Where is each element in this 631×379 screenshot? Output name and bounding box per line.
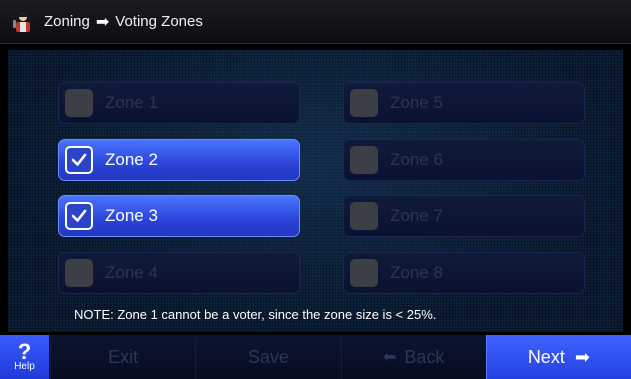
- help-label: Help: [14, 361, 35, 372]
- zone-1-label: Zone 1: [105, 93, 158, 112]
- breadcrumb-zoning: Zoning: [44, 13, 90, 30]
- title-bar: Zoning ➡ Voting Zones: [0, 0, 631, 44]
- footer-toolbar: ? Help Exit Save ⬅ Back Next ➡: [0, 335, 631, 379]
- checkbox-empty-icon: [350, 89, 378, 117]
- next-label: Next: [527, 346, 565, 367]
- arrow-left-icon: ⬅: [382, 349, 397, 366]
- checkbox-empty-icon: [350, 202, 378, 230]
- zone-1-toggle[interactable]: Zone 1: [58, 82, 300, 124]
- zone-6-toggle[interactable]: Zone 6: [343, 139, 585, 181]
- zone-8-toggle[interactable]: Zone 8: [343, 252, 585, 294]
- checkbox-checked-icon: [65, 146, 93, 174]
- zone-size-note: NOTE: Zone 1 cannot be a voter, since th…: [74, 307, 437, 322]
- breadcrumb: Zoning ➡ Voting Zones: [44, 12, 203, 32]
- zone-4-toggle[interactable]: Zone 4: [58, 252, 300, 294]
- exit-button[interactable]: Exit: [50, 335, 196, 379]
- zone-selection-panel: Zone 1 Zone 2 Zone 3 Zone 4 Zone 5 Zone …: [8, 50, 623, 332]
- technician-icon: [13, 12, 30, 32]
- checkbox-empty-icon: [350, 146, 378, 174]
- zone-6-label: Zone 6: [390, 150, 443, 169]
- checkbox-empty-icon: [65, 259, 93, 287]
- zone-4-label: Zone 4: [105, 263, 158, 282]
- help-button[interactable]: ? Help: [0, 335, 50, 379]
- next-button[interactable]: Next ➡: [485, 335, 631, 379]
- zone-3-toggle[interactable]: Zone 3: [58, 195, 300, 237]
- zone-8-label: Zone 8: [390, 263, 443, 282]
- zone-2-toggle[interactable]: Zone 2: [58, 139, 300, 181]
- back-label: Back: [404, 346, 445, 367]
- zone-2-label: Zone 2: [105, 150, 158, 169]
- checkbox-empty-icon: [65, 89, 93, 117]
- exit-label: Exit: [108, 346, 139, 367]
- zone-7-toggle[interactable]: Zone 7: [343, 195, 585, 237]
- zone-3-label: Zone 3: [105, 206, 158, 225]
- save-button[interactable]: Save: [195, 335, 341, 379]
- zone-5-label: Zone 5: [390, 93, 443, 112]
- breadcrumb-voting-zones: Voting Zones: [115, 13, 203, 30]
- save-label: Save: [247, 346, 289, 367]
- back-button[interactable]: ⬅ Back: [340, 335, 486, 379]
- zone-7-label: Zone 7: [390, 206, 443, 225]
- checkbox-checked-icon: [65, 202, 93, 230]
- breadcrumb-arrow-icon: ➡: [95, 13, 110, 31]
- help-icon: ?: [17, 339, 32, 364]
- checkbox-empty-icon: [350, 259, 378, 287]
- zone-5-toggle[interactable]: Zone 5: [343, 82, 585, 124]
- arrow-right-icon: ➡: [574, 346, 590, 367]
